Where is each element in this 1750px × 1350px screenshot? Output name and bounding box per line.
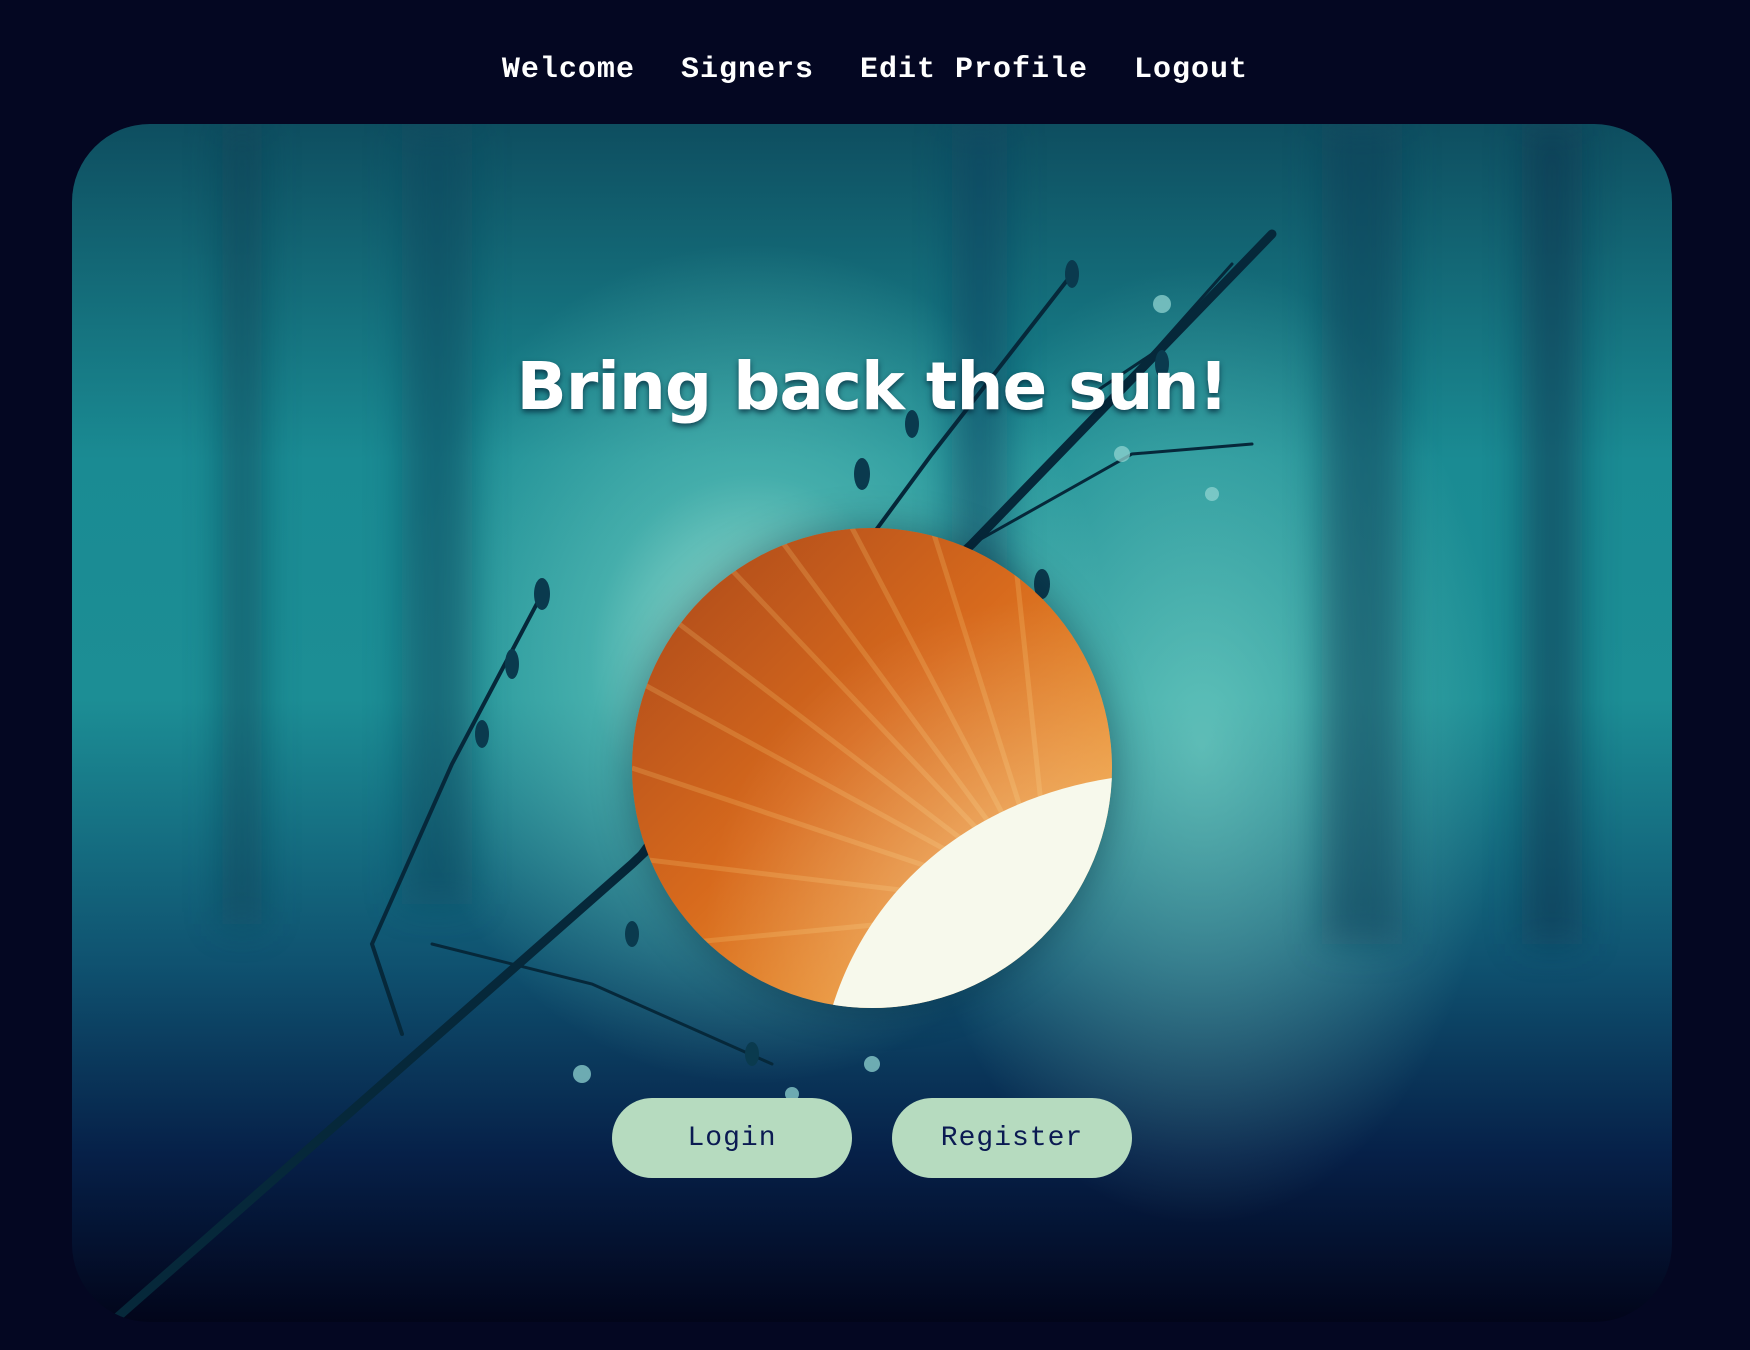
nav-link-signers[interactable]: Signers xyxy=(681,53,814,87)
hero-panel: Bring back the sun! Login Register xyxy=(72,124,1672,1322)
top-navigation: Welcome Signers Edit Profile Logout xyxy=(0,48,1750,92)
nav-link-welcome[interactable]: Welcome xyxy=(502,53,635,87)
sun-icon xyxy=(632,528,1112,1008)
page-title: Bring back the sun! xyxy=(516,348,1228,426)
nav-link-edit-profile[interactable]: Edit Profile xyxy=(860,53,1088,87)
auth-actions: Login Register xyxy=(72,1098,1672,1178)
login-button[interactable]: Login xyxy=(612,1098,852,1178)
nav-link-logout[interactable]: Logout xyxy=(1134,53,1248,87)
register-button[interactable]: Register xyxy=(892,1098,1132,1178)
